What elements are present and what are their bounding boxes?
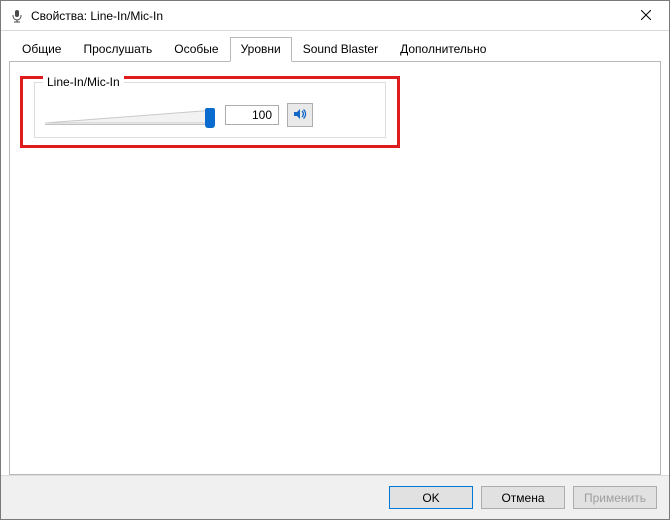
apply-button[interactable]: Применить [573,486,657,509]
speaker-icon [292,106,308,125]
dialog-button-bar: OK Отмена Применить [1,475,669,519]
dialog-window: Свойства: Line-In/Mic-In Общие Прослушат… [0,0,670,520]
volume-slider[interactable] [45,102,215,128]
tab-custom[interactable]: Особые [163,37,229,61]
tab-advanced[interactable]: Дополнительно [389,37,497,61]
title-bar: Свойства: Line-In/Mic-In [1,1,669,31]
window-title: Свойства: Line-In/Mic-In [31,9,163,23]
close-button[interactable] [623,1,669,31]
close-icon [641,9,651,23]
tab-listen[interactable]: Прослушать [72,37,163,61]
microphone-icon [9,8,25,24]
mute-button[interactable] [287,103,313,127]
cancel-button[interactable]: Отмена [481,486,565,509]
volume-value-input[interactable] [225,105,279,125]
level-group: Line-In/Mic-In [34,82,386,138]
tab-soundblaster[interactable]: Sound Blaster [292,37,389,61]
tab-panel-levels: Line-In/Mic-In [9,61,661,475]
tab-general[interactable]: Общие [11,37,72,61]
slider-track-wedge [45,110,215,124]
level-row [45,101,375,129]
tab-strip: Общие Прослушать Особые Уровни Sound Bla… [1,31,669,61]
slider-baseline [45,124,215,125]
ok-button[interactable]: OK [389,486,473,509]
tab-levels[interactable]: Уровни [230,37,292,62]
level-group-label: Line-In/Mic-In [43,75,124,89]
slider-thumb[interactable] [205,108,215,128]
